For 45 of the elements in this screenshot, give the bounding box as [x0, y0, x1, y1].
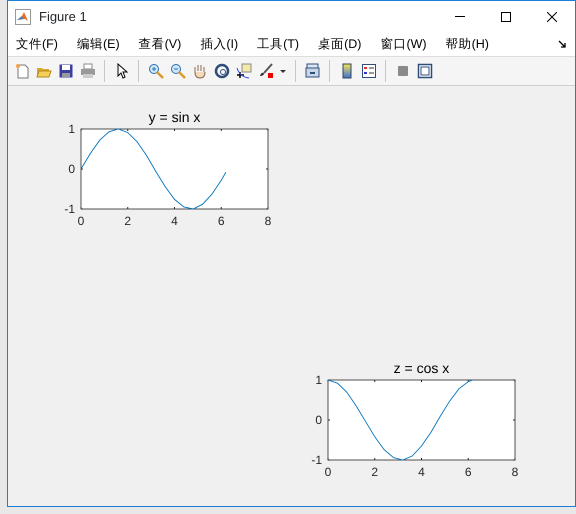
tick-label: 0	[324, 465, 332, 479]
zoom-out-icon	[170, 63, 186, 79]
window-icon	[416, 63, 432, 79]
maximize-icon	[501, 12, 511, 22]
menu-item[interactable]: 帮助(H)	[446, 34, 498, 54]
tick-label: 4	[171, 214, 178, 228]
tick-label: -1	[64, 202, 75, 216]
tick-label: 8	[512, 465, 518, 479]
menu-item[interactable]: 工具(T)	[257, 34, 308, 54]
tick-label: 6	[464, 465, 472, 479]
legend-icon	[360, 63, 376, 79]
dock-arrow-icon[interactable]	[558, 40, 567, 49]
brush-icon	[258, 63, 274, 79]
tick-label: 0	[68, 162, 75, 176]
data-cursor-icon	[236, 63, 252, 79]
tick-label: -1	[311, 453, 322, 467]
tick-label: 0	[78, 214, 84, 228]
tick-label: 2	[124, 214, 132, 228]
hand-icon	[192, 63, 208, 79]
tick-label: 4	[418, 465, 425, 479]
close-icon	[547, 12, 557, 22]
tick-label: 0	[315, 413, 322, 427]
tick-label: 1	[315, 373, 322, 387]
app-logo-icon	[15, 8, 31, 24]
minimize-icon	[455, 16, 465, 17]
window-title: Figure 1	[39, 8, 88, 26]
print-icon	[80, 63, 96, 79]
tick-label: 2	[371, 465, 378, 479]
save-icon	[58, 63, 74, 79]
menu-item[interactable]: 编辑(E)	[76, 34, 129, 54]
chart-title: z = cos x	[394, 360, 450, 376]
menu-item[interactable]: 桌面(D)	[318, 34, 370, 54]
zoom-in-icon	[148, 63, 164, 79]
tick-label: 1	[68, 122, 75, 136]
rotate-icon	[214, 63, 230, 79]
tick-label: 8	[264, 214, 272, 228]
tick-label: 6	[218, 214, 225, 228]
caret-icon	[280, 70, 286, 72]
menu-item[interactable]: 插入(I)	[200, 34, 248, 54]
linked-windows-icon	[304, 63, 320, 79]
chart-title: y = sin x	[148, 109, 200, 125]
menu-item[interactable]: 文件(F)	[16, 34, 67, 54]
menu-item[interactable]: 窗口(W)	[380, 34, 436, 54]
menu-item[interactable]: 查看(V)	[138, 34, 190, 54]
new-file-icon	[14, 63, 30, 79]
